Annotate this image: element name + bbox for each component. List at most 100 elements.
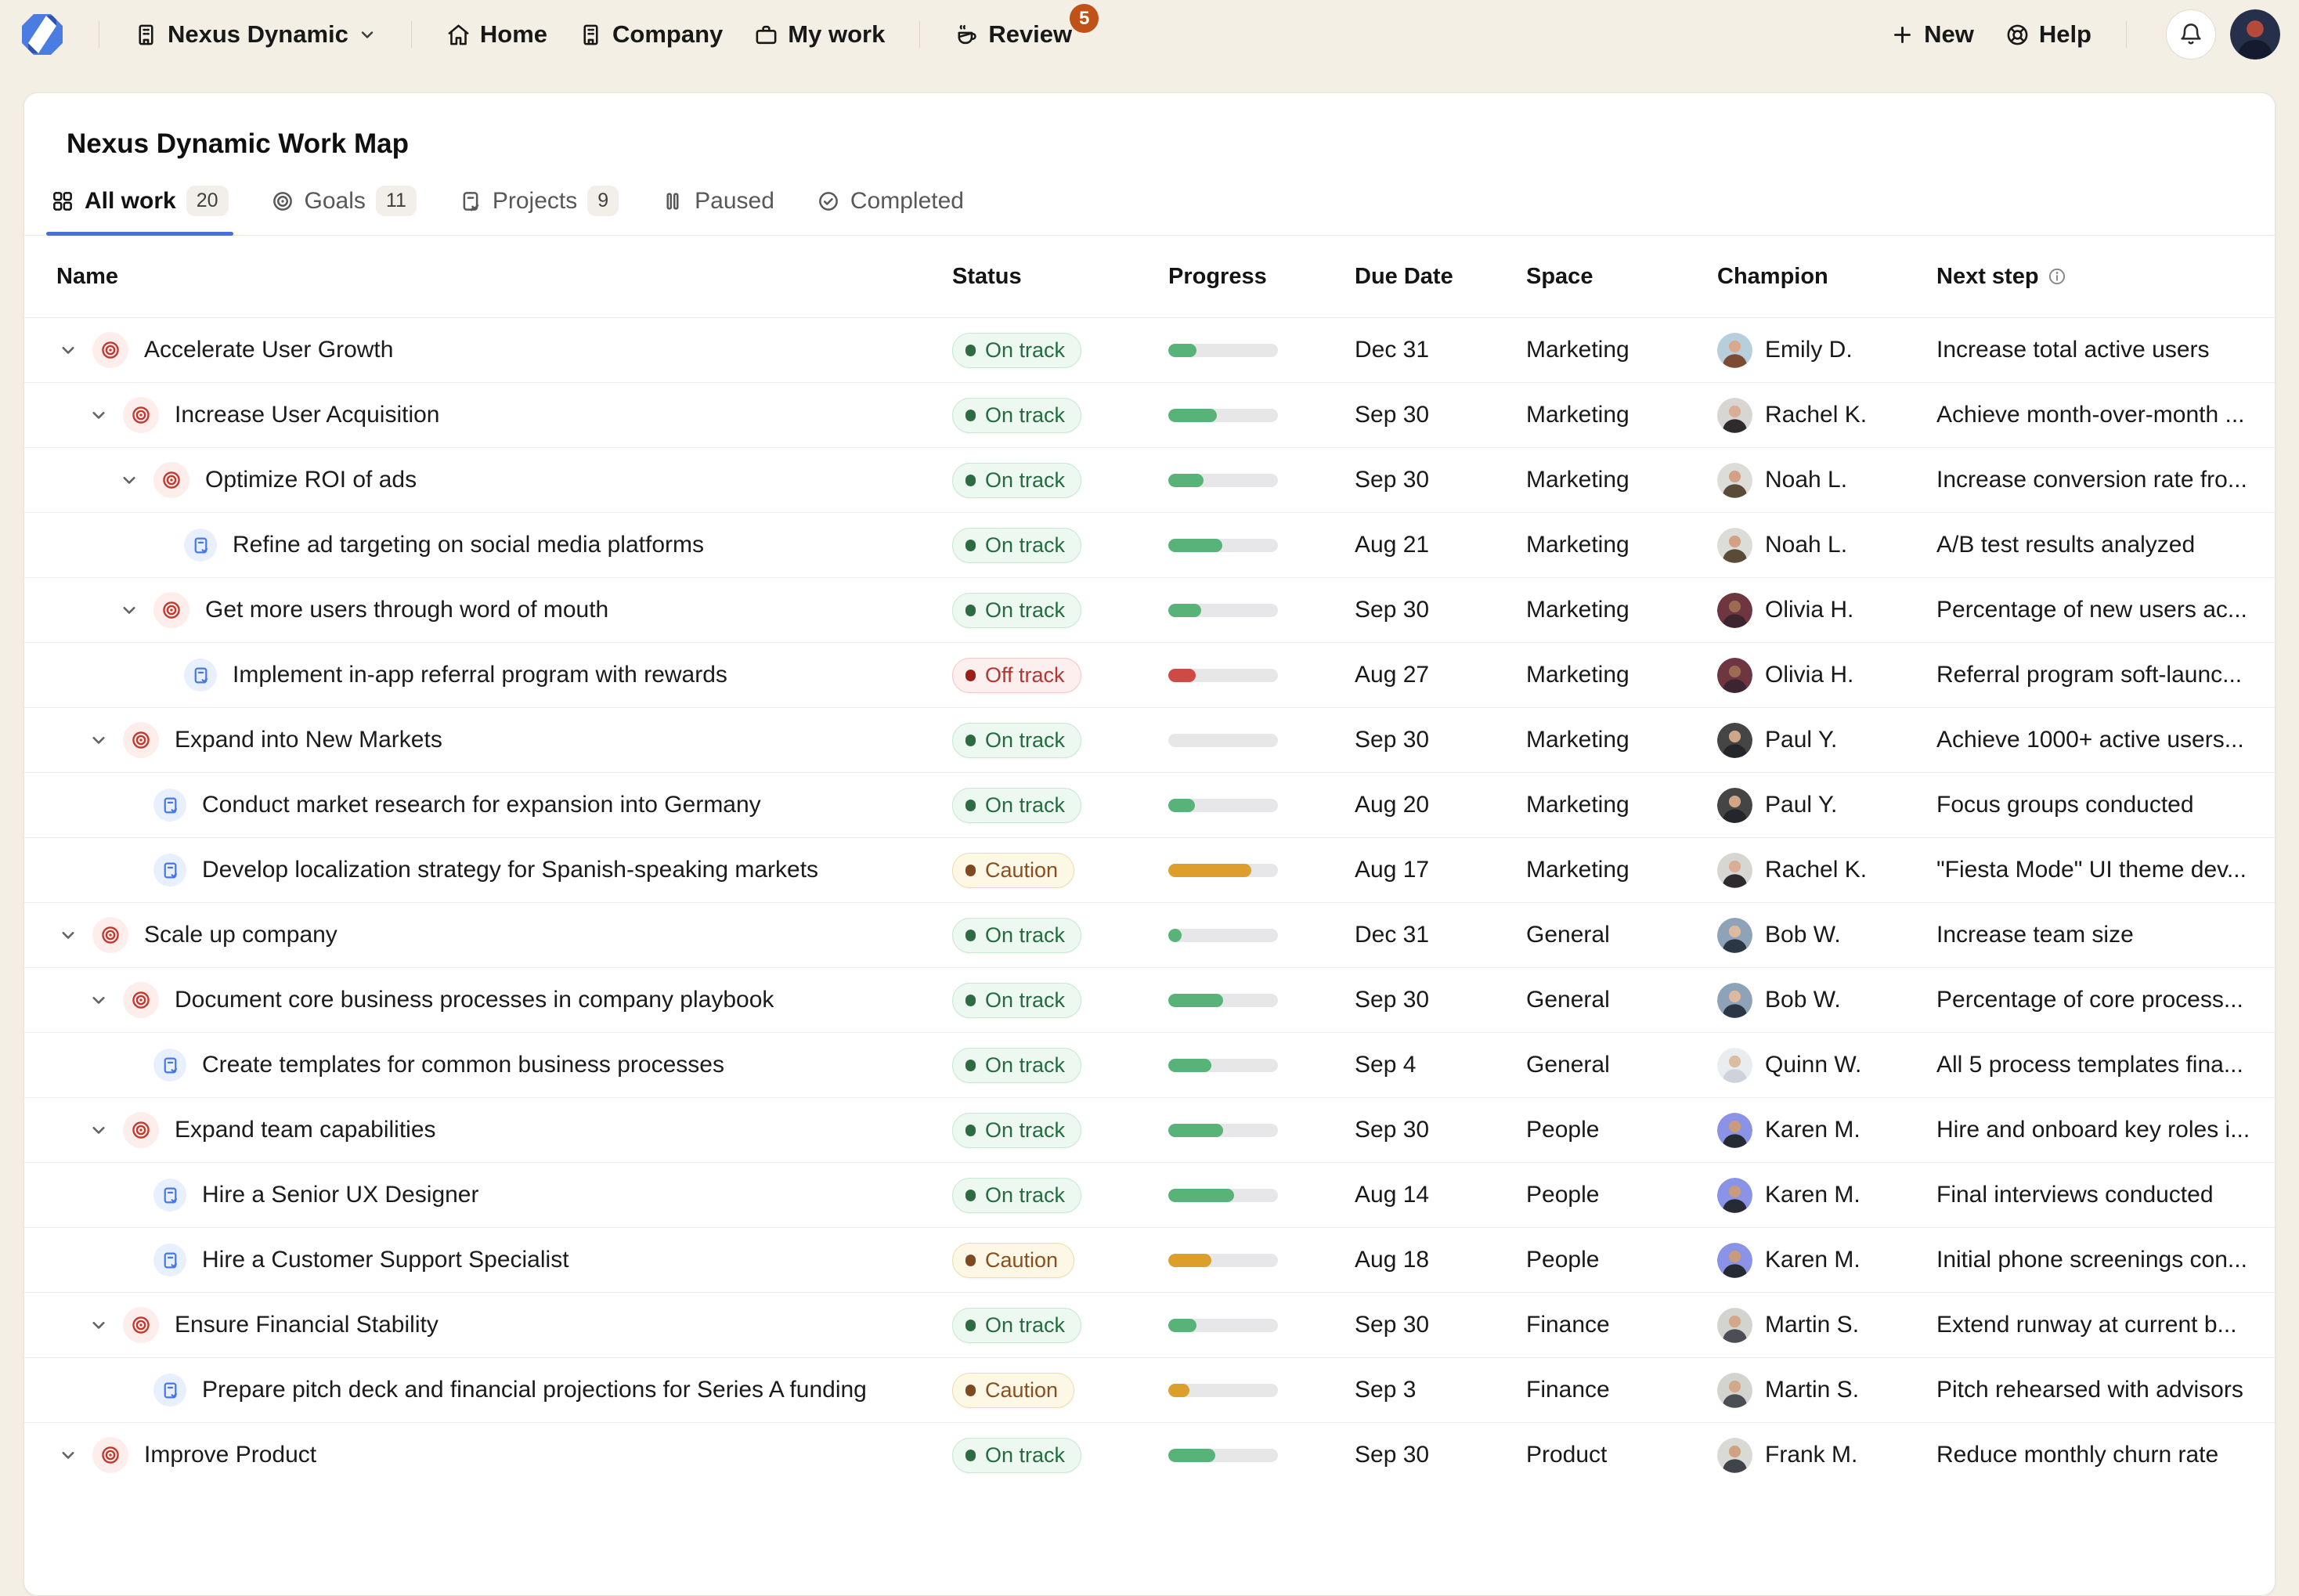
item-name[interactable]: Optimize ROI of ads [205, 467, 417, 493]
space: General [1526, 987, 1717, 1013]
item-name[interactable]: Implement in-app referral program with r… [233, 662, 727, 688]
tab-completed[interactable]: Completed [817, 167, 964, 235]
progress-fill [1168, 669, 1196, 682]
status-badge[interactable]: Caution [952, 853, 1074, 888]
status-badge[interactable]: Caution [952, 1243, 1074, 1278]
due-date: Sep 30 [1355, 1312, 1526, 1338]
table-row[interactable]: Improve Product On track Sep 30 Product … [24, 1422, 2275, 1487]
status-badge[interactable]: On track [952, 723, 1081, 758]
chevron-down-icon[interactable] [56, 923, 80, 947]
status-badge[interactable]: On track [952, 1048, 1081, 1083]
chevron-down-icon[interactable] [117, 468, 141, 492]
nav-right-group: New Help [1875, 9, 2280, 60]
help-button[interactable]: Help [1990, 10, 2107, 59]
nav-item-my-work[interactable]: My work [738, 10, 900, 59]
view-tabs: All work 20 Goals 11 Projects 9 [24, 167, 2275, 236]
status-badge[interactable]: Off track [952, 658, 1081, 693]
row-status-cell: On track [952, 463, 1168, 498]
column-header-status: Status [952, 264, 1168, 290]
table-row[interactable]: Conduct market research for expansion in… [24, 772, 2275, 837]
home-icon [446, 23, 471, 47]
status-badge[interactable]: On track [952, 528, 1081, 563]
item-name[interactable]: Refine ad targeting on social media plat… [233, 532, 704, 558]
item-name[interactable]: Get more users through word of mouth [205, 597, 608, 623]
status-badge[interactable]: On track [952, 463, 1081, 498]
status-label: Off track [985, 663, 1065, 688]
status-dot-icon [965, 865, 976, 876]
workspace-switcher[interactable]: Nexus Dynamic [118, 10, 392, 59]
item-name[interactable]: Prepare pitch deck and financial project… [202, 1377, 867, 1403]
progress-bar [1168, 539, 1278, 552]
tab-label: Paused [695, 188, 774, 215]
nav-item-home[interactable]: Home [431, 10, 563, 59]
table-row[interactable]: Scale up company On track Dec 31 General… [24, 902, 2275, 967]
tab-projects[interactable]: Projects 9 [459, 167, 619, 235]
item-name[interactable]: Conduct market research for expansion in… [202, 792, 761, 818]
tab-goals[interactable]: Goals 11 [271, 167, 417, 235]
table-row[interactable]: Hire a Senior UX Designer On track Aug 1… [24, 1162, 2275, 1227]
space: Marketing [1526, 792, 1717, 818]
item-name[interactable]: Hire a Customer Support Specialist [202, 1247, 569, 1273]
table-row[interactable]: Get more users through word of mouth On … [24, 577, 2275, 642]
chevron-down-icon[interactable] [87, 403, 110, 427]
status-badge[interactable]: Caution [952, 1373, 1074, 1408]
nav-item-review[interactable]: Review 5 [939, 10, 1088, 59]
table-row[interactable]: Prepare pitch deck and financial project… [24, 1357, 2275, 1422]
item-name[interactable]: Scale up company [144, 922, 337, 948]
item-name[interactable]: Hire a Senior UX Designer [202, 1182, 478, 1208]
item-name[interactable]: Develop localization strategy for Spanis… [202, 857, 818, 883]
status-badge[interactable]: On track [952, 983, 1081, 1018]
row-progress-cell [1168, 1319, 1355, 1332]
info-icon[interactable] [2047, 266, 2067, 287]
item-name[interactable]: Accelerate User Growth [144, 337, 393, 363]
table-row[interactable]: Create templates for common business pro… [24, 1032, 2275, 1097]
chevron-down-icon[interactable] [87, 728, 110, 752]
table-row[interactable]: Hire a Customer Support Specialist Cauti… [24, 1227, 2275, 1292]
row-progress-cell [1168, 994, 1355, 1007]
table-row[interactable]: Implement in-app referral program with r… [24, 642, 2275, 707]
project-icon [184, 659, 217, 691]
chevron-down-icon[interactable] [87, 1313, 110, 1337]
status-badge[interactable]: On track [952, 398, 1081, 433]
item-name[interactable]: Create templates for common business pro… [202, 1052, 724, 1078]
chevron-down-icon[interactable] [117, 598, 141, 622]
chevron-down-icon[interactable] [87, 1118, 110, 1142]
goal-icon [153, 592, 189, 628]
tab-paused[interactable]: Paused [661, 167, 774, 235]
status-badge[interactable]: On track [952, 1178, 1081, 1213]
champion-avatar [1717, 528, 1752, 563]
tab-all-work[interactable]: All work 20 [51, 167, 229, 235]
status-badge[interactable]: On track [952, 918, 1081, 953]
table-row[interactable]: Accelerate User Growth On track Dec 31 M… [24, 317, 2275, 382]
user-avatar[interactable] [2230, 9, 2280, 60]
table-row[interactable]: Develop localization strategy for Spanis… [24, 837, 2275, 902]
table-row[interactable]: Refine ad targeting on social media plat… [24, 512, 2275, 577]
table-row[interactable]: Ensure Financial Stability On track Sep … [24, 1292, 2275, 1357]
status-badge[interactable]: On track [952, 333, 1081, 368]
notifications-button[interactable] [2166, 9, 2216, 60]
app-logo-icon[interactable] [20, 13, 64, 56]
chevron-down-icon[interactable] [87, 988, 110, 1012]
chevron-down-icon[interactable] [56, 1443, 80, 1467]
status-badge[interactable]: On track [952, 1113, 1081, 1148]
nav-item-company[interactable]: Company [563, 10, 738, 59]
item-name[interactable]: Expand team capabilities [175, 1117, 436, 1143]
item-name[interactable]: Ensure Financial Stability [175, 1312, 439, 1338]
space: Marketing [1526, 662, 1717, 688]
item-name[interactable]: Document core business processes in comp… [175, 987, 774, 1013]
table-row[interactable]: Document core business processes in comp… [24, 967, 2275, 1032]
progress-bar [1168, 344, 1278, 357]
table-row[interactable]: Optimize ROI of ads On track Sep 30 Mark… [24, 447, 2275, 512]
status-badge[interactable]: On track [952, 1438, 1081, 1473]
table-row[interactable]: Expand team capabilities On track Sep 30… [24, 1097, 2275, 1162]
page-title: Nexus Dynamic Work Map [24, 93, 2275, 161]
new-button[interactable]: New [1875, 10, 1990, 59]
item-name[interactable]: Increase User Acquisition [175, 402, 440, 428]
item-name[interactable]: Expand into New Markets [175, 727, 442, 753]
table-row[interactable]: Expand into New Markets On track Sep 30 … [24, 707, 2275, 772]
status-badge[interactable]: On track [952, 1308, 1081, 1343]
chevron-down-icon[interactable] [56, 338, 80, 362]
status-badge[interactable]: On track [952, 788, 1081, 823]
status-badge[interactable]: On track [952, 593, 1081, 628]
table-row[interactable]: Increase User Acquisition On track Sep 3… [24, 382, 2275, 447]
